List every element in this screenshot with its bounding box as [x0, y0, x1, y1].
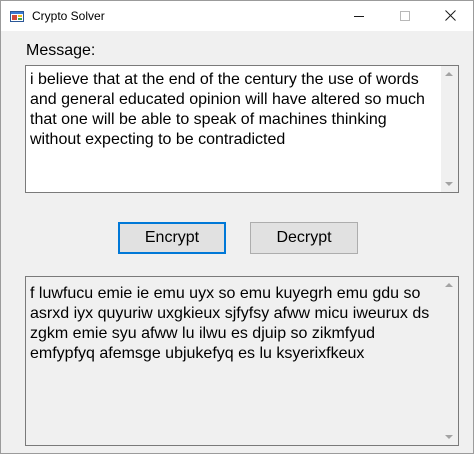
message-scrollbar[interactable] — [441, 66, 458, 192]
output-scrollbar[interactable] — [441, 277, 458, 445]
message-text: i believe that at the end of the century… — [30, 71, 430, 148]
window-title: Crypto Solver — [32, 9, 105, 23]
title-bar[interactable]: Crypto Solver — [1, 1, 473, 31]
close-button[interactable] — [428, 1, 473, 31]
message-label: Message: — [26, 42, 96, 59]
message-textbox[interactable]: i believe that at the end of the century… — [25, 65, 459, 193]
app-icon — [10, 11, 24, 22]
maximize-icon — [400, 11, 410, 21]
scroll-up-arrow-icon[interactable] — [445, 283, 453, 287]
scroll-down-arrow-icon[interactable] — [445, 182, 453, 186]
scroll-up-arrow-icon[interactable] — [445, 72, 453, 76]
output-textbox[interactable]: f luwfucu emie ie emu uyx so emu kuyegrh… — [25, 276, 459, 446]
encrypt-button[interactable]: Encrypt — [118, 222, 226, 254]
output-text: f luwfucu emie ie emu uyx so emu kuyegrh… — [30, 285, 434, 362]
maximize-button[interactable] — [382, 1, 428, 31]
scroll-down-arrow-icon[interactable] — [445, 435, 453, 439]
close-icon — [445, 10, 456, 21]
minimize-button[interactable] — [336, 1, 382, 31]
minimize-icon — [354, 16, 364, 17]
crypto-solver-window: Crypto Solver Message: i believe that at… — [0, 0, 474, 454]
decrypt-button[interactable]: Decrypt — [250, 222, 358, 254]
